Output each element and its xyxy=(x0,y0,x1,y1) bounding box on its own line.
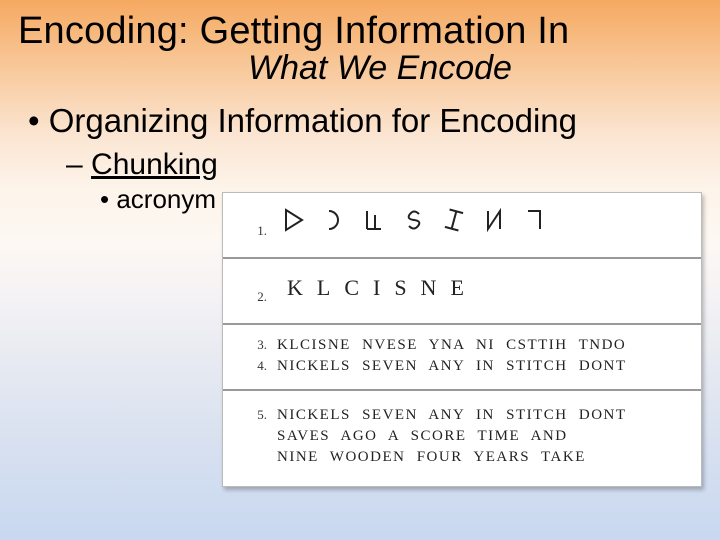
chunking-figure: 1. 2. KLCISNE 3.KLCISNE NVESE YNA NI CST… xyxy=(222,192,702,487)
bullet-level1: • Organizing Information for Encoding xyxy=(0,88,720,140)
figure-row-5: 5.NICKELS SEVEN ANY IN STITCH DONT SAVES… xyxy=(223,391,701,486)
glyph-i-rot-icon xyxy=(443,205,465,235)
row-number: 4. xyxy=(223,358,277,374)
letter-set: KLCISNE xyxy=(277,271,478,301)
bullet-level2: – Chunking xyxy=(0,140,720,182)
row-number: 2. xyxy=(223,271,277,305)
phrase-text: NINE WOODEN FOUR YEARS TAKE xyxy=(277,449,586,466)
glyph-triangle-icon xyxy=(283,205,305,235)
row-number: 3. xyxy=(223,337,277,353)
glyph-n-mirror-icon xyxy=(483,205,505,235)
glyph-s-icon xyxy=(403,205,425,235)
scrambled-text: KLCISNE NVESE YNA NI CSTTIH TNDO xyxy=(277,337,626,354)
row-number: 5. xyxy=(223,407,277,423)
glyph-stroke-icon xyxy=(363,205,385,235)
chunking-term: Chunking xyxy=(91,148,218,181)
glyph-c-reverse-icon xyxy=(323,205,345,235)
glyph-gamma-icon xyxy=(523,205,545,235)
row-number: 1. xyxy=(223,205,277,239)
slide-title: Encoding: Getting Information In xyxy=(0,0,720,53)
figure-row-3-4: 3.KLCISNE NVESE YNA NI CSTTIH TNDO 4.NIC… xyxy=(223,325,701,391)
phrase-text: NICKELS SEVEN ANY IN STITCH DONT xyxy=(277,407,627,424)
phrase-text: SAVES AGO A SCORE TIME AND xyxy=(277,428,568,445)
word-text: NICKELS SEVEN ANY IN STITCH DONT xyxy=(277,358,627,375)
slide-subtitle: What We Encode xyxy=(0,49,720,88)
glyph-set xyxy=(277,205,545,235)
figure-row-2: 2. KLCISNE xyxy=(223,259,701,325)
figure-row-1: 1. xyxy=(223,193,701,259)
